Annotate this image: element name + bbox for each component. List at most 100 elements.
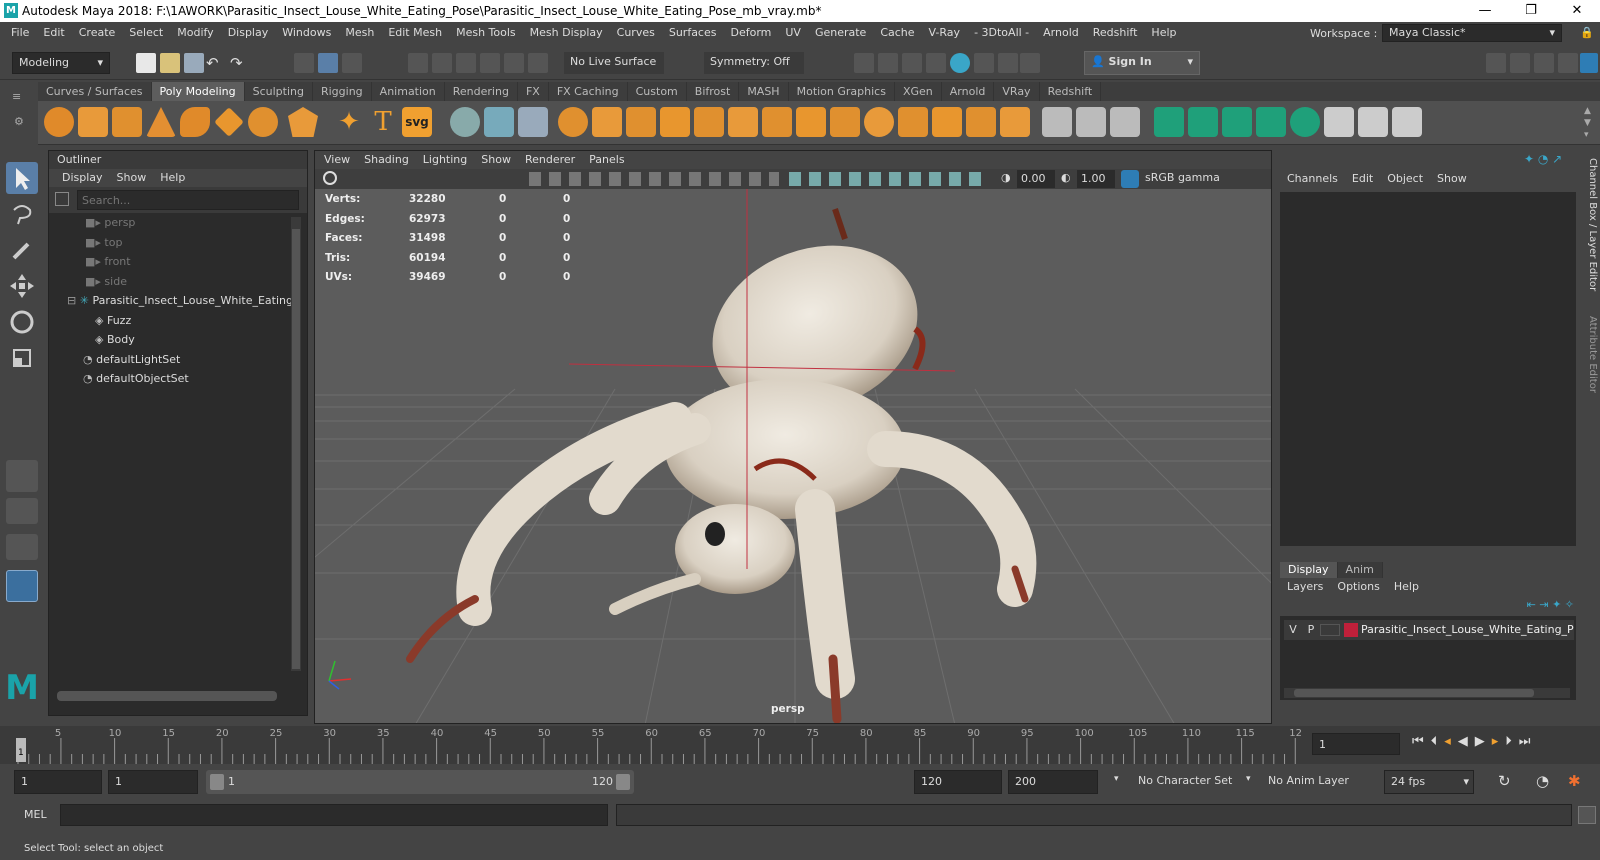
tab-vray[interactable]: VRay (994, 82, 1040, 101)
render-view-icon[interactable] (974, 53, 994, 73)
tab-fx[interactable]: FX (518, 82, 549, 101)
auto-map-icon[interactable] (1256, 107, 1286, 137)
time-ruler[interactable]: 5 10 15 20 25 30 35 40 45 50 55 60 65 70 75 80 85 90 95 100… (14, 726, 1308, 764)
measure-icon[interactable] (450, 107, 480, 137)
layer-help-menu[interactable]: Help (1387, 578, 1426, 596)
list-item[interactable]: ■▸ side (49, 272, 307, 292)
layout-uv-icon[interactable] (1324, 107, 1354, 137)
extrude-icon[interactable] (728, 107, 758, 137)
menu-modify[interactable]: Modify (170, 22, 220, 44)
outliner-menu-show[interactable]: Show (110, 169, 154, 187)
layer-playback-toggle[interactable]: P (1302, 620, 1320, 640)
anim-layer-dropdown[interactable]: No Anim Layer (1268, 774, 1349, 787)
viewport-toolbar-icons[interactable] (529, 172, 779, 186)
snap-grid-icon[interactable] (408, 53, 428, 73)
platonic-solid-icon[interactable] (288, 107, 318, 137)
combine-icon[interactable] (558, 107, 588, 137)
tab-anim-layers[interactable]: Anim (1337, 562, 1383, 578)
menu-redshift[interactable]: Redshift (1086, 22, 1145, 44)
range-slider[interactable]: 1 120 (206, 770, 634, 794)
gamma-icon[interactable]: ◐ (1061, 171, 1071, 184)
list-item[interactable]: ■▸ persp (49, 213, 307, 233)
select-tool-icon[interactable] (6, 162, 38, 194)
menu-vray[interactable]: V-Ray (922, 22, 968, 44)
merge-icon[interactable] (830, 107, 860, 137)
viewport-menu-panels[interactable]: Panels (582, 151, 631, 169)
new-scene-icon[interactable] (136, 53, 156, 73)
filter-icon[interactable] (55, 192, 69, 206)
unfold-icon[interactable] (1290, 107, 1320, 137)
menu-cache[interactable]: Cache (873, 22, 921, 44)
quad-draw-icon[interactable] (1110, 107, 1140, 137)
play-backwards-icon[interactable]: ◀ (1458, 734, 1475, 749)
menu-3dtoall[interactable]: - 3DtoAll - (967, 22, 1036, 44)
sign-in-button[interactable]: 👤 Sign In ▾ (1084, 51, 1200, 75)
menu-help[interactable]: Help (1144, 22, 1183, 44)
menu-surfaces[interactable]: Surfaces (662, 22, 724, 44)
menu-mesh-display[interactable]: Mesh Display (523, 22, 610, 44)
poke-icon[interactable] (932, 107, 962, 137)
range-end-handle[interactable] (616, 774, 630, 790)
viewport-menu-show[interactable]: Show (474, 151, 518, 169)
tab-arnold[interactable]: Arnold (942, 82, 995, 101)
channel-box-header-icons[interactable]: ✦ ◔ ↗ (1524, 152, 1574, 168)
tab-motion-graphics[interactable]: Motion Graphics (789, 82, 895, 101)
bridge-icon[interactable] (762, 107, 792, 137)
tab-bifrost[interactable]: Bifrost (687, 82, 740, 101)
color-management-icon[interactable] (1121, 170, 1139, 188)
super-shape-icon[interactable]: ✦ (334, 107, 364, 137)
poly-cylinder-icon[interactable] (112, 107, 142, 137)
fill-hole-icon[interactable] (864, 107, 894, 137)
layer-horizontal-scrollbar[interactable] (1284, 688, 1570, 698)
move-tool-icon[interactable] (6, 270, 38, 302)
menu-curves[interactable]: Curves (610, 22, 662, 44)
outliner-menu-help[interactable]: Help (153, 169, 192, 187)
mel-label[interactable]: MEL (24, 808, 47, 821)
cut-uv-icon[interactable] (1358, 107, 1388, 137)
snap-view-icon[interactable] (480, 53, 500, 73)
channels-menu[interactable]: Channels (1280, 170, 1345, 188)
open-scene-icon[interactable] (160, 53, 180, 73)
channels-edit-menu[interactable]: Edit (1345, 170, 1380, 188)
list-item[interactable]: ⊟ ✳ Parasitic_Insect_Louse_White_Eating_ (49, 291, 307, 311)
exposure-field[interactable]: 0.00 (1017, 170, 1055, 188)
anim-layer-dropdown-arrow-icon[interactable]: ▾ (1246, 774, 1251, 784)
render-settings-icon[interactable] (926, 53, 946, 73)
cylindrical-map-icon[interactable] (1222, 107, 1252, 137)
persp-outliner-icon[interactable] (6, 534, 38, 560)
restore-button[interactable]: ❐ (1508, 0, 1554, 22)
outliner-layout-icon[interactable] (6, 570, 38, 602)
exposure-icon[interactable]: ◑ (1001, 171, 1011, 184)
uv-editor-icon[interactable] (1154, 107, 1184, 137)
menu-edit[interactable]: Edit (36, 22, 71, 44)
menu-set-dropdown[interactable]: Modeling ▾ (12, 52, 110, 74)
lock-icon[interactable]: 🔒 (1580, 26, 1594, 39)
close-button[interactable]: ✕ (1554, 0, 1600, 22)
time-slider[interactable]: 5 10 15 20 25 30 35 40 45 50 55 60 65 70 75 80 85 90 95 100… (0, 726, 1600, 764)
character-set-dropdown-arrow-icon[interactable]: ▾ (1114, 774, 1119, 784)
mirror-icon[interactable] (694, 107, 724, 137)
single-perspective-view-icon[interactable] (6, 460, 38, 492)
select-component-icon[interactable] (342, 53, 362, 73)
layer-type-toggle[interactable] (1320, 624, 1340, 636)
viewport-menu-shading[interactable]: Shading (357, 151, 416, 169)
viewport-menu-view[interactable]: View (317, 151, 357, 169)
mel-command-input[interactable] (60, 804, 608, 826)
list-item[interactable]: ◈ Body (49, 330, 307, 350)
snap-surface-icon[interactable] (504, 53, 524, 73)
snap-point-icon[interactable] (456, 53, 476, 73)
poly-torus-icon[interactable] (180, 107, 210, 137)
layers-menu[interactable]: Layers (1280, 578, 1330, 596)
list-item[interactable]: ◔ defaultLightSet (49, 350, 307, 370)
layer-visibility-toggle[interactable]: V (1284, 620, 1302, 640)
tab-mash[interactable]: MASH (739, 82, 789, 101)
tab-display-layers[interactable]: Display (1280, 562, 1338, 578)
go-to-end-icon[interactable]: ⏭ (1519, 734, 1538, 749)
list-item[interactable]: ◈ Fuzz (49, 311, 307, 331)
ipr-render-icon[interactable] (902, 53, 922, 73)
menu-generate[interactable]: Generate (808, 22, 873, 44)
multi-cut-icon[interactable] (1042, 107, 1072, 137)
collapse-icon[interactable]: ⊟ (67, 294, 80, 307)
script-editor-icon[interactable] (1578, 806, 1596, 824)
playback-end-field[interactable]: 120 (914, 770, 1002, 794)
